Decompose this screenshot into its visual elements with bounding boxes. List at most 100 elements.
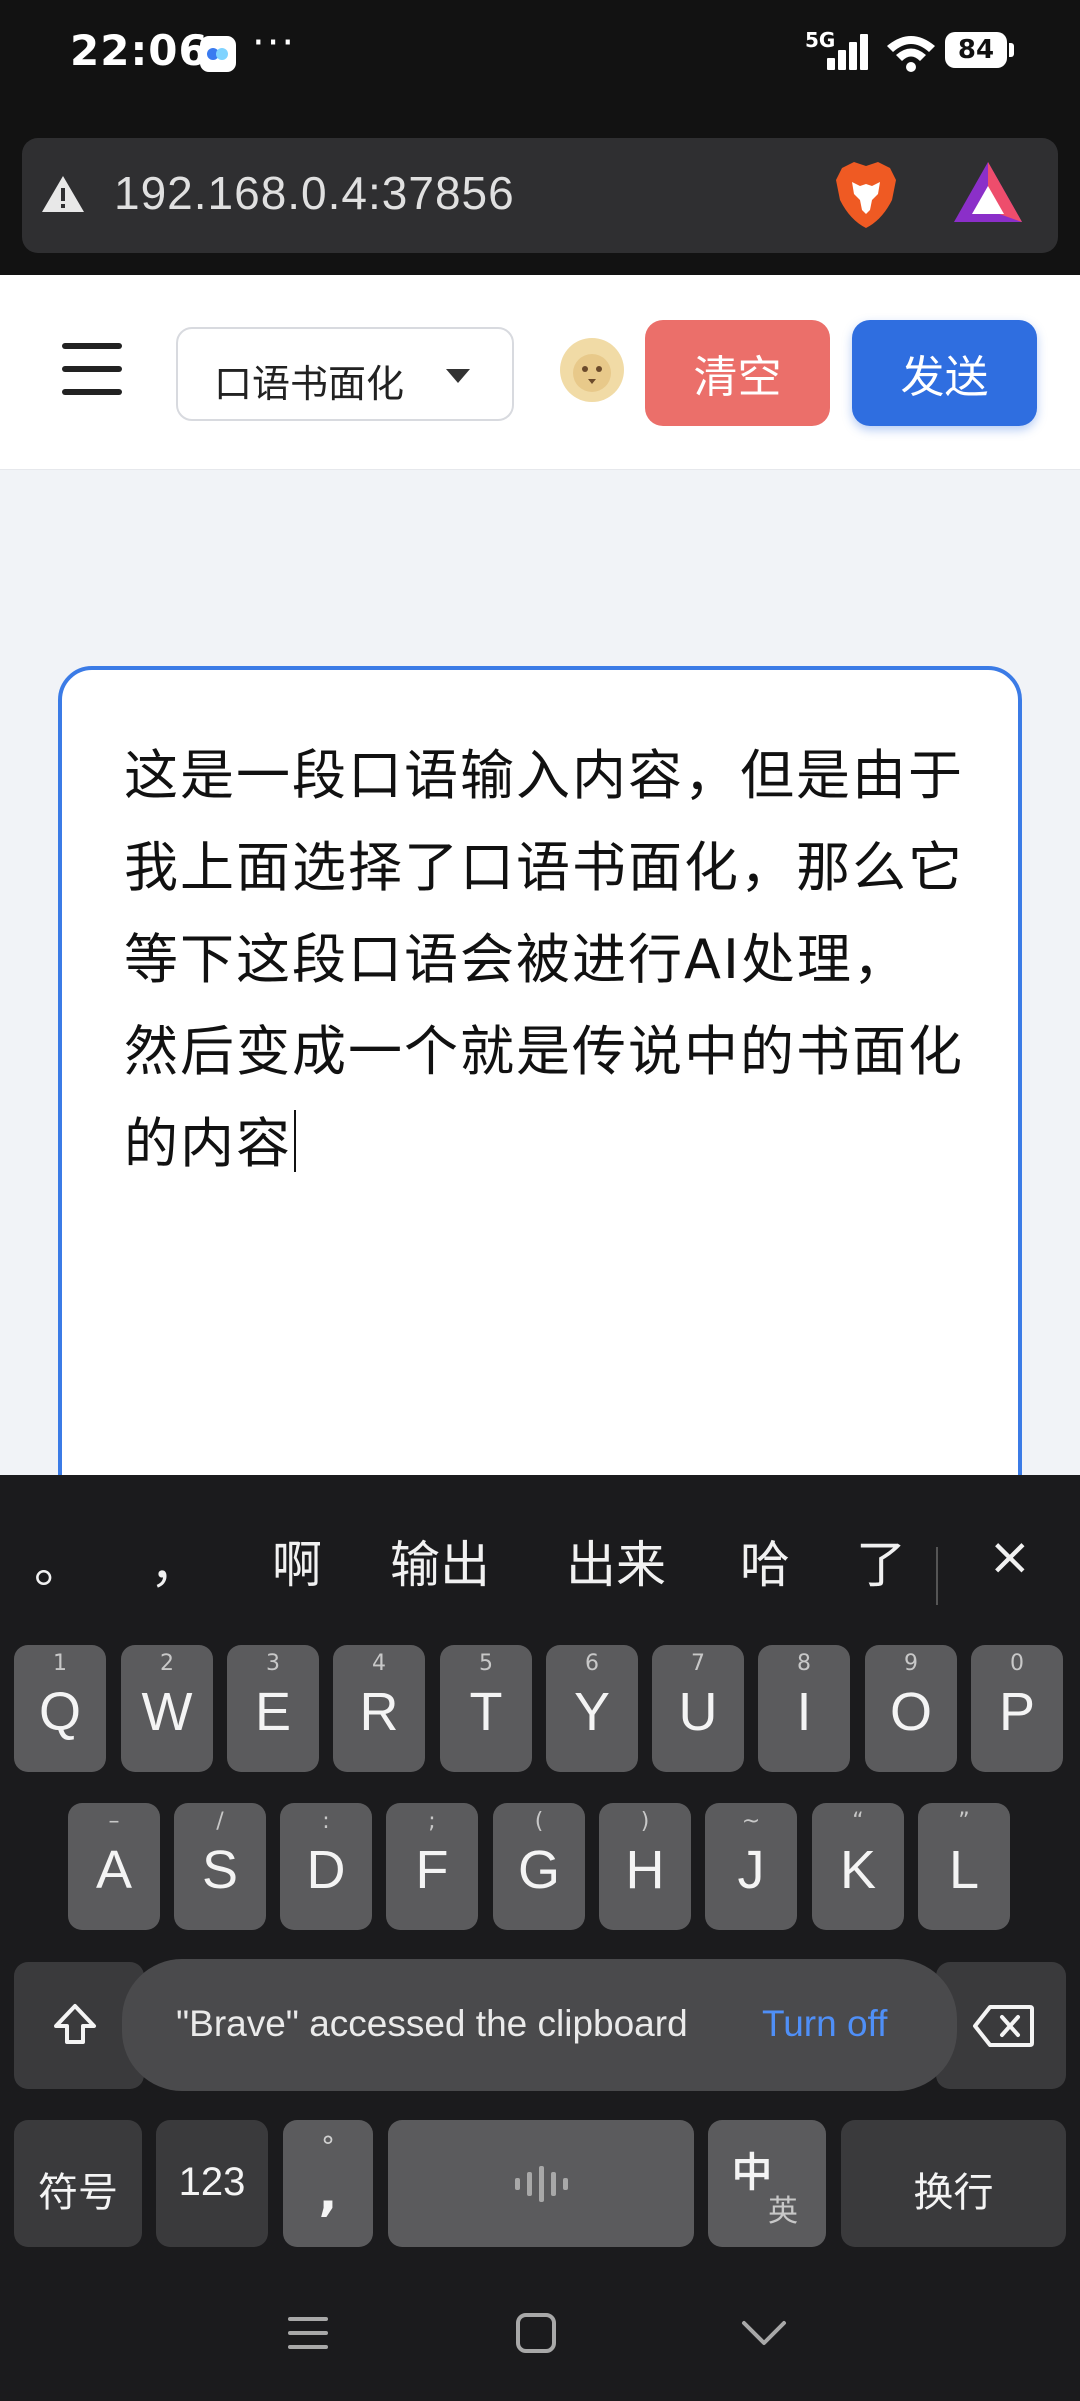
key-o[interactable]: 9O [865, 1645, 957, 1772]
key-letter: G [517, 1840, 560, 1900]
clear-button[interactable]: 清空 [645, 320, 830, 426]
brave-shields-icon[interactable] [830, 158, 902, 232]
key-t[interactable]: 5T [440, 1645, 532, 1772]
key-a[interactable]: – A [68, 1803, 160, 1930]
back-nav-icon[interactable] [740, 2319, 788, 2349]
key-i[interactable]: 8I [758, 1645, 850, 1772]
brave-rewards-icon[interactable] [952, 160, 1024, 226]
key-letter: J [737, 1840, 765, 1900]
key-letter: H [625, 1840, 665, 1900]
send-button[interactable]: 发送 [852, 320, 1037, 426]
address-bar[interactable]: 192.168.0.4:37856 [22, 138, 1058, 253]
mode-select[interactable]: 口语书面化 [176, 327, 514, 421]
notification-app-icon [200, 36, 236, 72]
key-hint: – [108, 1809, 120, 1834]
key-q[interactable]: 1Q [14, 1645, 106, 1772]
turn-off-button[interactable]: Turn off [762, 2003, 887, 2045]
chevron-down-icon [446, 369, 470, 383]
keyboard: 。 ， 啊 输出 出来 哈 了 × [0, 1475, 1080, 2401]
app-header: 口语书面化 清空 发送 [0, 275, 1080, 470]
key-letter: P [998, 1682, 1036, 1742]
key-letter: F [415, 1840, 449, 1900]
key-hint: 6 [585, 1651, 599, 1676]
key-letter: Q [38, 1682, 81, 1742]
menu-icon[interactable] [62, 343, 122, 395]
candidate-item[interactable]: 输出 [390, 1525, 490, 1597]
menu-nav-icon[interactable] [286, 2313, 330, 2353]
wifi-icon [887, 36, 935, 72]
key-d[interactable]: :D [280, 1803, 372, 1930]
candidate-item[interactable]: 出来 [566, 1525, 666, 1597]
symbols-key[interactable]: 符号 [14, 2120, 142, 2247]
battery-icon: 84 [945, 32, 1014, 68]
candidate-bar: 。 ， 啊 输出 出来 哈 了 × [0, 1475, 1080, 1645]
signal-icon [827, 34, 871, 70]
candidate-item[interactable]: 。 [34, 1525, 84, 1597]
lang-alt: 英 [768, 2194, 798, 2229]
key-g[interactable]: (G [493, 1803, 585, 1930]
key-hint: ~ [741, 1809, 761, 1834]
key-l[interactable]: ” L [918, 1803, 1010, 1930]
status-bar: 22:06 ··· 5G 84 [0, 0, 1080, 105]
key-letter: O [889, 1682, 932, 1742]
status-time: 22:06 [70, 26, 209, 75]
key-label: 符号 [38, 2170, 118, 2216]
clipboard-toast: "Brave" accessed the clipboard Turn off [122, 1959, 957, 2091]
key-hint: 8 [797, 1651, 811, 1676]
key-hint: 1 [53, 1651, 67, 1676]
key-letter: D [306, 1840, 346, 1900]
status-indicators: 5G 84 [805, 28, 1014, 78]
close-icon[interactable]: × [988, 1527, 1032, 1587]
mode-select-label: 口语书面化 [214, 362, 405, 406]
more-notifications-icon: ··· [252, 20, 297, 66]
key-h[interactable]: ) H [599, 1803, 691, 1930]
language-switch-key[interactable]: 中 英 [708, 2120, 826, 2247]
text-input-value: 这是一段口语输入内容，但是由于我上面选择了口语书面化，那么它等下这段口语会被进行… [124, 744, 964, 1175]
navigation-bar [0, 2265, 1080, 2401]
key-y[interactable]: 6Y [546, 1645, 638, 1772]
key-letter: I [796, 1682, 812, 1742]
punctuation-key[interactable]: ° , [283, 2120, 373, 2247]
enter-key[interactable]: 换行 [841, 2120, 1066, 2247]
key-hint: 2 [160, 1651, 174, 1676]
url-text[interactable]: 192.168.0.4:37856 [114, 166, 515, 220]
candidate-divider [936, 1547, 938, 1605]
candidate-item[interactable]: 了 [856, 1525, 906, 1597]
key-s[interactable]: / S [174, 1803, 266, 1930]
key-hint: / [216, 1809, 224, 1834]
shift-icon [54, 2004, 96, 2044]
home-nav-icon[interactable] [514, 2311, 558, 2355]
key-letter: R [359, 1682, 399, 1742]
space-key[interactable] [388, 2120, 694, 2247]
key-letter: A [95, 1840, 133, 1900]
key-hint: ) [640, 1809, 650, 1834]
key-w[interactable]: 2W [121, 1645, 213, 1772]
key-u[interactable]: 7U [652, 1645, 744, 1772]
key-hint: 0 [1010, 1651, 1024, 1676]
text-input-content[interactable]: 这是一段口语输入内容，但是由于我上面选择了口语书面化，那么它等下这段口语会被进行… [124, 730, 964, 1190]
warning-icon[interactable] [40, 174, 86, 214]
numbers-key[interactable]: 123 [156, 2120, 268, 2247]
key-letter: S [201, 1840, 239, 1900]
key-hint: ; [428, 1809, 436, 1834]
key-letter: Y [573, 1682, 611, 1742]
key-letter: T [469, 1682, 503, 1742]
content-area: 这是一段口语输入内容，但是由于我上面选择了口语书面化，那么它等下这段口语会被进行… [0, 470, 1080, 1566]
punct-bottom: , [318, 2164, 338, 2222]
candidate-item[interactable]: 啊 [272, 1525, 322, 1597]
toast-message: "Brave" accessed the clipboard [176, 2003, 688, 2044]
text-input-area[interactable]: 这是一段口语输入内容，但是由于我上面选择了口语书面化，那么它等下这段口语会被进行… [58, 666, 1022, 1566]
key-r[interactable]: 4R [333, 1645, 425, 1772]
text-cursor [294, 1110, 296, 1172]
key-letter: E [254, 1682, 292, 1742]
key-letter: U [678, 1682, 718, 1742]
key-hint: 7 [691, 1651, 705, 1676]
candidate-item[interactable]: ， [150, 1525, 200, 1597]
key-e[interactable]: 3E [227, 1645, 319, 1772]
candidate-item[interactable]: 哈 [740, 1525, 790, 1597]
key-k[interactable]: “K [812, 1803, 904, 1930]
key-f[interactable]: ; F [386, 1803, 478, 1930]
key-hint: 4 [372, 1651, 386, 1676]
key-j[interactable]: ~ J [705, 1803, 797, 1930]
key-p[interactable]: 0P [971, 1645, 1063, 1772]
